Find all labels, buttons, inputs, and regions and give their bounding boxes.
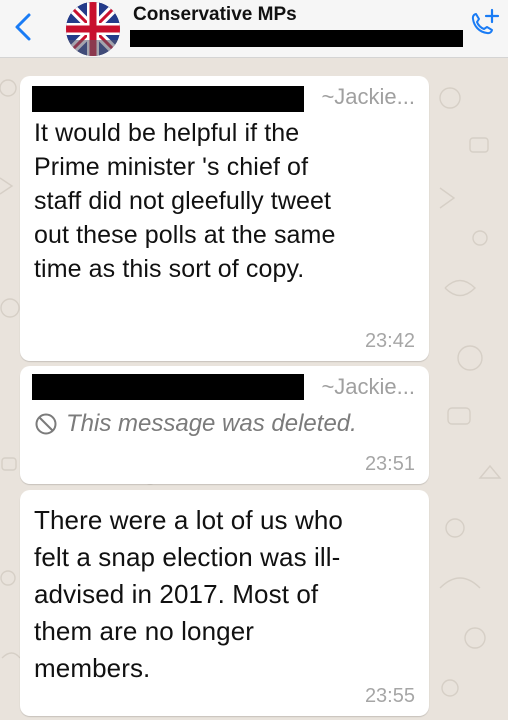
sender-name[interactable]: ~Jackie... xyxy=(321,84,415,110)
message-time: 23:55 xyxy=(364,685,415,707)
chevron-left-icon xyxy=(15,13,31,41)
message-text: There were a lot of us who felt a snap e… xyxy=(20,490,429,687)
sender-phone-redacted xyxy=(32,86,304,112)
sender-name[interactable]: ~Jackie... xyxy=(321,374,415,400)
chat-title[interactable]: Conservative MPs xyxy=(133,4,297,26)
sender-phone-redacted xyxy=(32,374,304,400)
message-line: members. xyxy=(34,653,151,683)
deleted-notice: This message was deleted. xyxy=(20,406,429,442)
message-bubble[interactable]: There were a lot of us who felt a snap e… xyxy=(20,490,429,716)
chat-area[interactable]: ~Jackie... It would be helpful if the Pr… xyxy=(0,58,508,720)
participants-redacted xyxy=(130,30,463,47)
message-text: It would be helpful if the Prime ministe… xyxy=(20,116,429,286)
message-line: It would be helpful if the xyxy=(34,119,300,147)
message-line: felt a snap election was ill- xyxy=(34,542,341,572)
message-bubble[interactable]: ~Jackie... It would be helpful if the Pr… xyxy=(20,76,429,361)
message-line: them are no longer xyxy=(34,616,255,646)
message-line: out these polls at the same xyxy=(34,221,336,249)
message-line: staff did not gleefully tweet xyxy=(34,187,332,215)
sender-row: ~Jackie... xyxy=(20,76,429,116)
message-time: 23:51 xyxy=(364,453,415,475)
deleted-text: This message was deleted. xyxy=(66,410,357,437)
group-avatar[interactable] xyxy=(66,2,120,56)
message-line: advised in 2017. Most of xyxy=(34,579,319,609)
add-call-icon xyxy=(471,8,500,35)
message-line: Prime minister 's chief of xyxy=(34,153,309,181)
message-line: time as this sort of copy. xyxy=(34,255,305,283)
message-line: There were a lot of us who xyxy=(34,505,343,535)
back-button[interactable] xyxy=(8,10,38,44)
chat-header: Conservative MPs xyxy=(0,0,508,58)
message-time: 23:42 xyxy=(364,330,415,352)
sender-row: ~Jackie... xyxy=(20,366,429,406)
block-icon xyxy=(35,413,57,435)
add-call-button[interactable] xyxy=(464,6,504,46)
message-bubble-deleted[interactable]: ~Jackie... This message was deleted. 23:… xyxy=(20,366,429,484)
